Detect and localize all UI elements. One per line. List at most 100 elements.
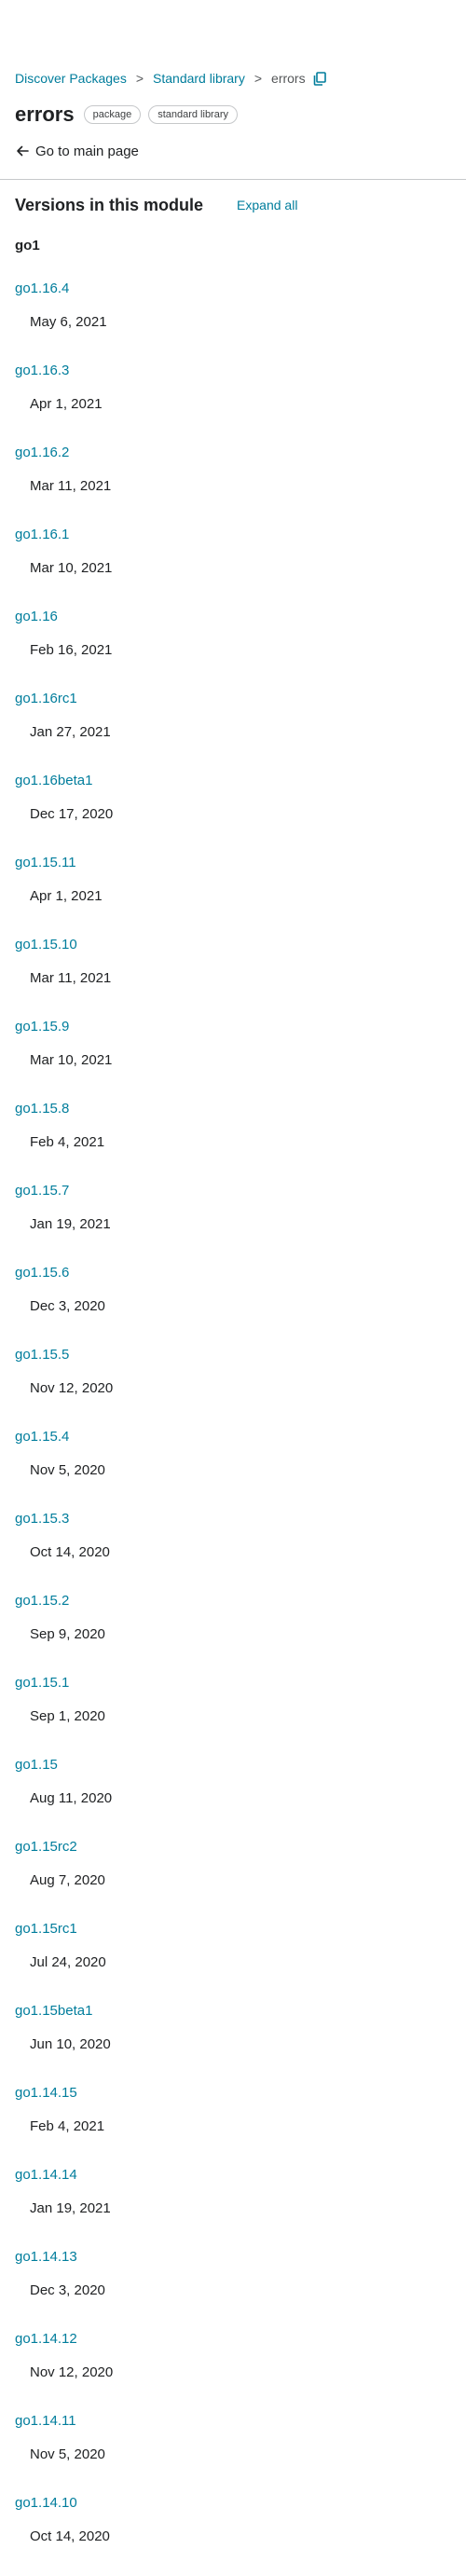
version-date: Nov 5, 2020 <box>30 2446 105 2462</box>
version-date: Jan 27, 2021 <box>30 724 111 740</box>
version-date: Apr 1, 2021 <box>30 396 103 412</box>
version-date: Aug 11, 2020 <box>30 1790 113 1806</box>
version-item: go1.15.9 Mar 10, 2021 <box>15 1018 451 1100</box>
version-item: go1.15 Aug 11, 2020 <box>15 1756 451 1838</box>
version-item: go1.15.5 Nov 12, 2020 <box>15 1346 451 1428</box>
version-date: Apr 1, 2021 <box>30 888 103 904</box>
version-item: go1.15.7 Jan 19, 2021 <box>15 1182 451 1264</box>
version-link[interactable]: go1.16.4 <box>15 280 451 298</box>
version-link[interactable]: go1.15.9 <box>15 1018 451 1036</box>
version-date: Mar 10, 2021 <box>30 1052 113 1068</box>
version-date: Mar 11, 2021 <box>30 478 112 494</box>
version-link[interactable]: go1.16rc1 <box>15 690 451 708</box>
version-link[interactable]: go1.16.1 <box>15 526 451 544</box>
version-date: Oct 14, 2020 <box>30 2528 110 2544</box>
version-link[interactable]: go1.15.1 <box>15 1674 451 1692</box>
version-item: go1.14.15 Feb 4, 2021 <box>15 2084 451 2166</box>
version-link[interactable]: go1.15rc1 <box>15 1920 451 1939</box>
version-item: go1.16.4 May 6, 2021 <box>15 280 451 362</box>
version-item: go1.14.13 Dec 3, 2020 <box>15 2248 451 2330</box>
version-link[interactable]: go1.14.13 <box>15 2248 451 2267</box>
versions-section: Versions in this module Expand all go1 g… <box>0 193 466 2576</box>
version-item: go1.15rc2 Aug 7, 2020 <box>15 1838 451 1920</box>
version-date: Jun 10, 2020 <box>30 2036 111 2052</box>
version-date: Mar 11, 2021 <box>30 970 112 986</box>
version-link[interactable]: go1.15.5 <box>15 1346 451 1364</box>
version-item: go1.14.12 Nov 12, 2020 <box>15 2330 451 2412</box>
version-item: go1.16.1 Mar 10, 2021 <box>15 526 451 608</box>
version-date: Feb 4, 2021 <box>30 2118 105 2134</box>
version-date: Nov 5, 2020 <box>30 1462 105 1478</box>
versions-title: Versions in this module <box>15 195 204 214</box>
version-link[interactable]: go1.15.6 <box>15 1264 451 1282</box>
version-date: Feb 16, 2021 <box>30 642 113 658</box>
breadcrumb: Discover Packages > Standard library > e… <box>15 0 451 88</box>
version-link[interactable]: go1.15.8 <box>15 1100 451 1118</box>
version-date: May 6, 2021 <box>30 314 107 330</box>
version-link[interactable]: go1.15.11 <box>15 854 451 872</box>
version-date: Sep 1, 2020 <box>30 1708 105 1724</box>
version-date: Oct 14, 2020 <box>30 1544 110 1560</box>
breadcrumb-discover-packages[interactable]: Discover Packages <box>15 71 127 86</box>
version-link[interactable]: go1.14.11 <box>15 2412 451 2431</box>
arrow-left-icon <box>15 144 30 158</box>
version-link[interactable]: go1.14.15 <box>15 2084 451 2103</box>
version-item: go1.15.10 Mar 11, 2021 <box>15 936 451 1018</box>
version-link[interactable]: go1.16.3 <box>15 362 451 380</box>
version-date: Aug 7, 2020 <box>30 1872 105 1888</box>
version-link[interactable]: go1.14.12 <box>15 2330 451 2349</box>
header-divider <box>0 179 466 180</box>
version-item: go1.15.8 Feb 4, 2021 <box>15 1100 451 1182</box>
version-link[interactable]: go1.15.4 <box>15 1428 451 1446</box>
breadcrumb-current: errors <box>271 71 306 86</box>
version-item: go1.15.1 Sep 1, 2020 <box>15 1674 451 1756</box>
version-item: go1.16beta1 Dec 17, 2020 <box>15 772 451 854</box>
expand-all-button[interactable]: Expand all <box>237 198 297 212</box>
version-link[interactable]: go1.14.14 <box>15 2166 451 2185</box>
version-date: Nov 12, 2020 <box>30 2364 114 2380</box>
copy-icon[interactable] <box>313 71 326 86</box>
chip-package: package <box>83 105 142 124</box>
version-date: Dec 3, 2020 <box>30 1298 105 1314</box>
version-item: go1.15.6 Dec 3, 2020 <box>15 1264 451 1346</box>
version-item: go1.14.11 Nov 5, 2020 <box>15 2412 451 2494</box>
version-date: Nov 12, 2020 <box>30 1380 114 1396</box>
version-link[interactable]: go1.16beta1 <box>15 772 451 790</box>
version-date: Sep 9, 2020 <box>30 1626 105 1642</box>
version-date: Jan 19, 2021 <box>30 2200 111 2216</box>
version-item: go1.15.4 Nov 5, 2020 <box>15 1428 451 1510</box>
page-header: Discover Packages > Standard library > e… <box>0 0 466 162</box>
version-link[interactable]: go1.15.10 <box>15 936 451 954</box>
version-item: go1.14.14 Jan 19, 2021 <box>15 2166 451 2248</box>
version-link[interactable]: go1.15.7 <box>15 1182 451 1200</box>
version-link[interactable]: go1.15 <box>15 1756 451 1774</box>
version-item: go1.15.2 Sep 9, 2020 <box>15 1592 451 1674</box>
version-date: Feb 4, 2021 <box>30 1134 105 1150</box>
version-item: go1.14.10 Oct 14, 2020 <box>15 2494 451 2576</box>
go-to-main-page-link[interactable]: Go to main page <box>15 140 451 162</box>
breadcrumb-separator: > <box>135 71 144 86</box>
version-link[interactable]: go1.16.2 <box>15 444 451 462</box>
major-version-heading: go1 <box>15 238 40 253</box>
version-item: go1.16 Feb 16, 2021 <box>15 608 451 690</box>
version-item: go1.15beta1 Jun 10, 2020 <box>15 2002 451 2084</box>
page-title: errors <box>15 103 75 126</box>
versions-header: Versions in this module Expand all <box>15 193 451 217</box>
version-link[interactable]: go1.14.10 <box>15 2494 451 2513</box>
version-item: go1.15.3 Oct 14, 2020 <box>15 1510 451 1592</box>
version-date: Dec 17, 2020 <box>30 806 114 822</box>
version-item: go1.15.11 Apr 1, 2021 <box>15 854 451 936</box>
version-date: Jul 24, 2020 <box>30 1954 106 1970</box>
version-link[interactable]: go1.15.2 <box>15 1592 451 1610</box>
back-link-label: Go to main page <box>35 143 139 159</box>
version-link[interactable]: go1.15rc2 <box>15 1838 451 1857</box>
version-link[interactable]: go1.16 <box>15 608 451 626</box>
version-item: go1.16.3 Apr 1, 2021 <box>15 362 451 444</box>
version-link[interactable]: go1.15.3 <box>15 1510 451 1528</box>
version-item: go1.16.2 Mar 11, 2021 <box>15 444 451 526</box>
version-date: Dec 3, 2020 <box>30 2282 105 2298</box>
version-link[interactable]: go1.15beta1 <box>15 2002 451 2021</box>
breadcrumb-standard-library[interactable]: Standard library <box>153 71 245 86</box>
version-list: go1.16.4 May 6, 2021 go1.16.3 Apr 1, 2021 go… <box>15 280 451 2576</box>
chip-standard-library: standard library <box>148 105 239 124</box>
